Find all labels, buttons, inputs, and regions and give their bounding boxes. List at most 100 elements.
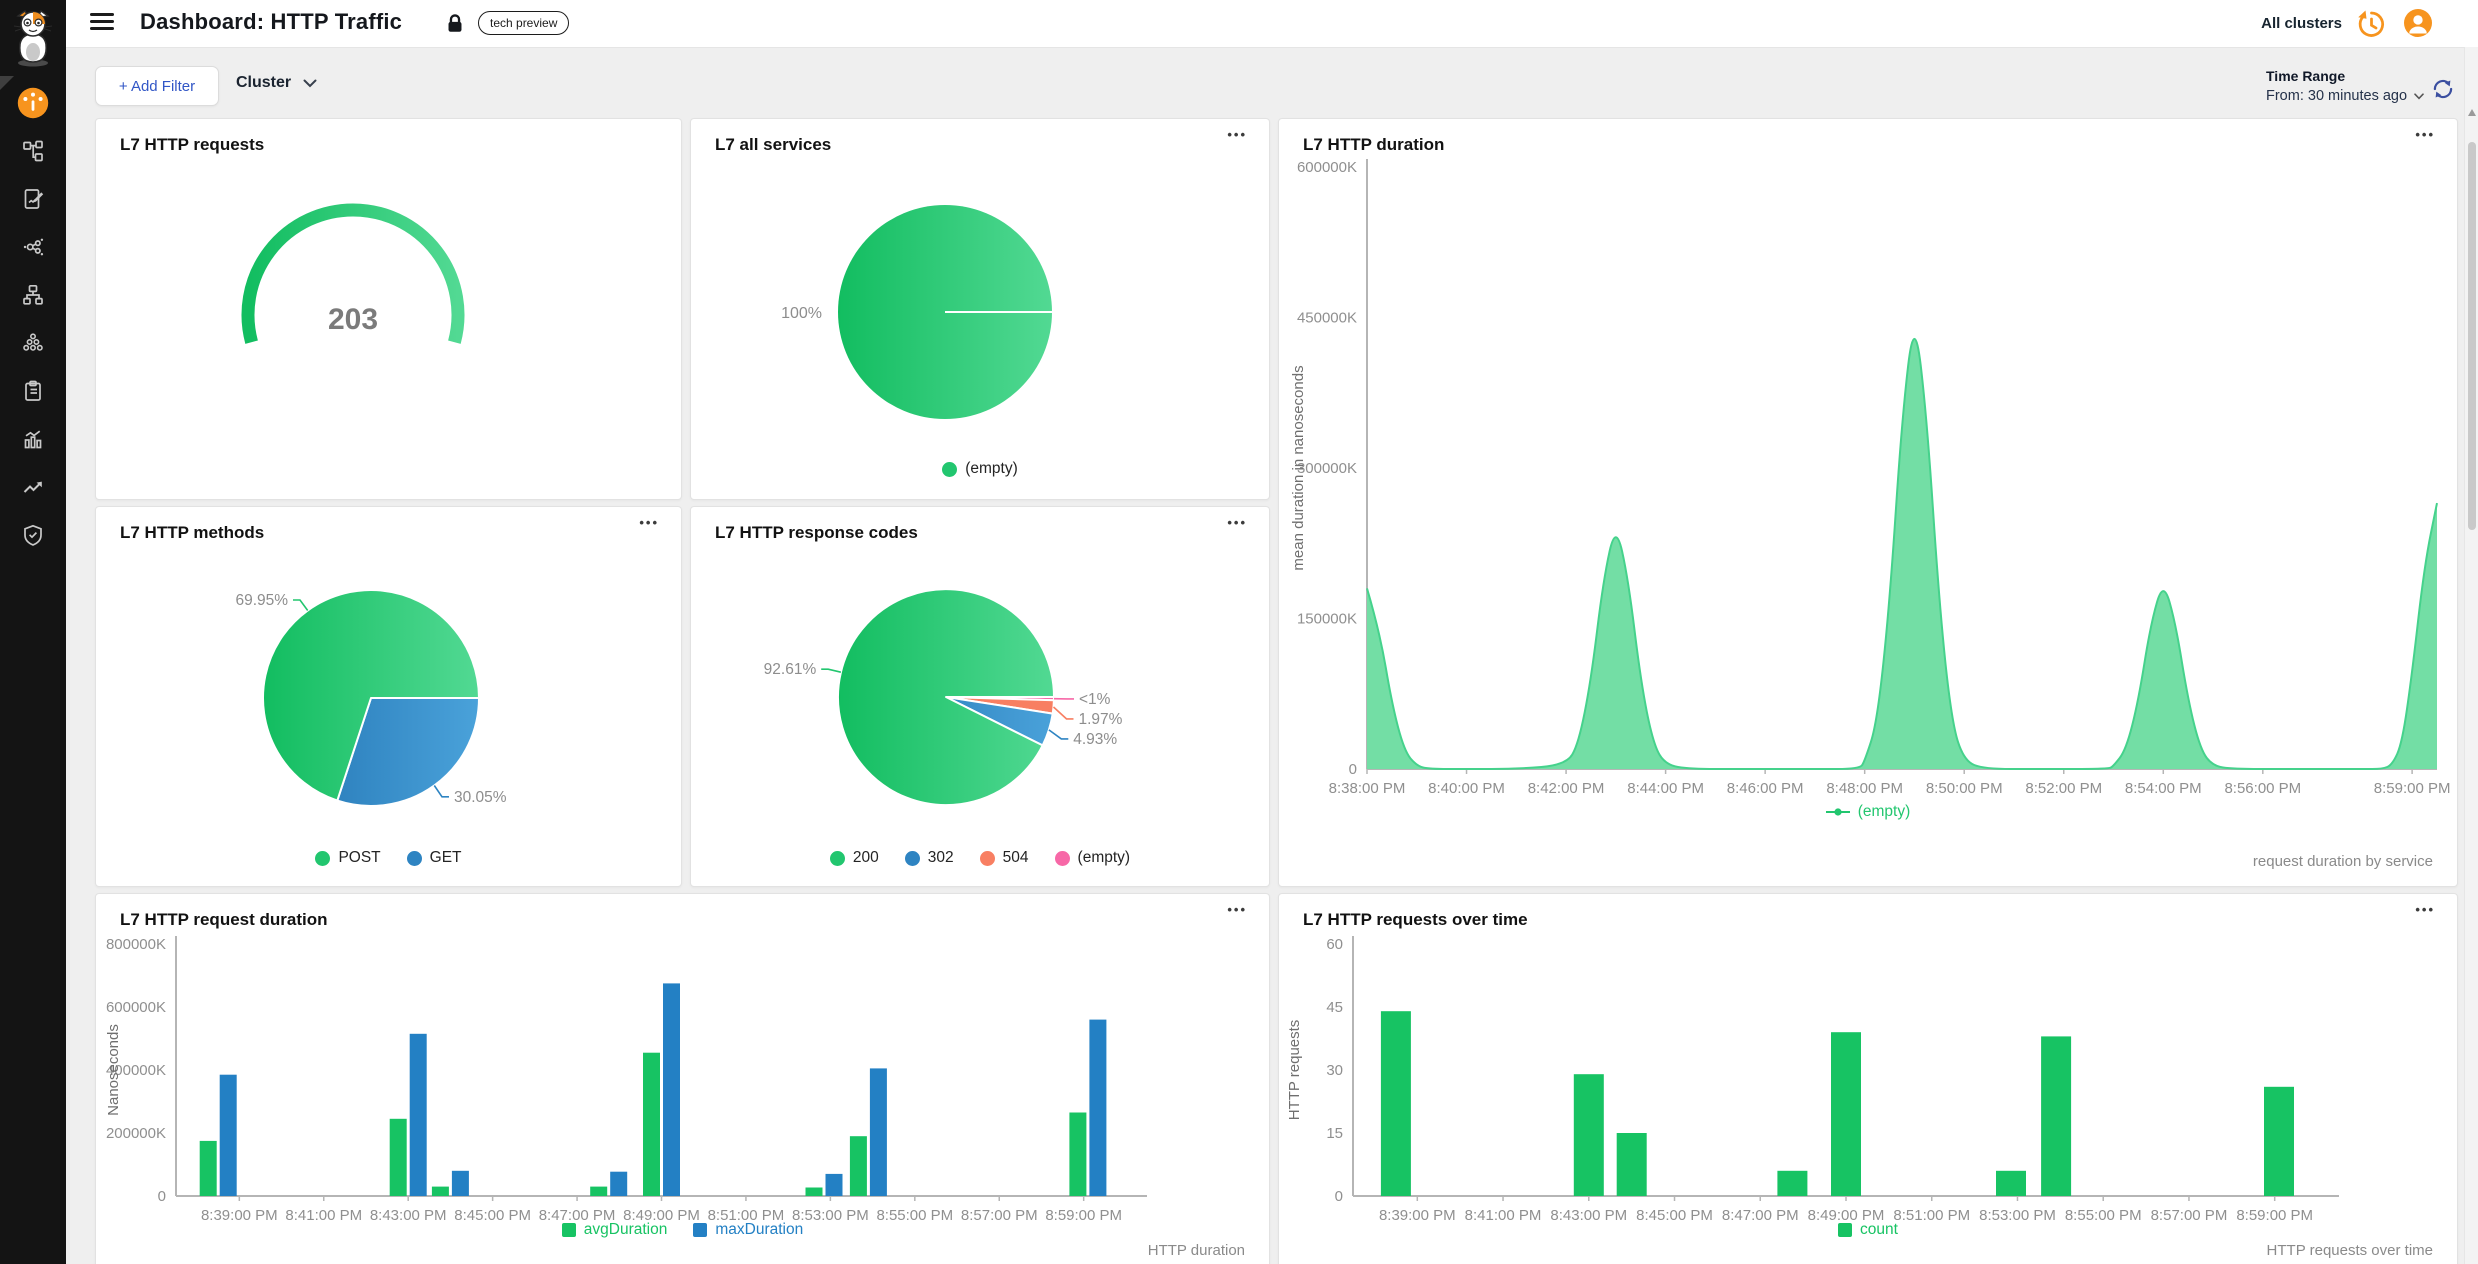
- panel-l7-http-requests-over-time: L7 HTTP requests over time ••• 015304560…: [1278, 893, 2458, 1264]
- scroll-up-arrow[interactable]: [2468, 109, 2476, 116]
- svg-text:<1%: <1%: [1079, 691, 1111, 708]
- svg-text:8:48:00 PM: 8:48:00 PM: [1826, 780, 1903, 797]
- sidebar-item-compliance[interactable]: [16, 376, 50, 405]
- panel-menu-button[interactable]: •••: [639, 515, 659, 530]
- chart-legend: (empty): [1279, 803, 2457, 821]
- pie-chart-http-methods: 30.05%69.95%: [96, 507, 681, 886]
- svg-text:8:50:00 PM: 8:50:00 PM: [1926, 780, 2003, 797]
- svg-text:8:59:00 PM: 8:59:00 PM: [2374, 780, 2451, 797]
- hamburger-menu-icon[interactable]: [90, 13, 114, 33]
- svg-text:HTTP requests: HTTP requests: [1286, 1020, 1303, 1121]
- sidebar-item-statistics[interactable]: [16, 424, 50, 453]
- svg-text:800000K: 800000K: [106, 936, 166, 953]
- legend-item[interactable]: 200: [830, 849, 879, 867]
- sidebar-item-service-graph[interactable]: [16, 136, 50, 165]
- legend-item[interactable]: 302: [905, 849, 954, 867]
- svg-text:92.61%: 92.61%: [764, 661, 817, 678]
- panel-menu-button[interactable]: •••: [1227, 127, 1247, 142]
- panel-menu-button[interactable]: •••: [2415, 902, 2435, 917]
- sidebar-item-connections[interactable]: [16, 232, 50, 261]
- svg-text:600000K: 600000K: [106, 999, 166, 1016]
- svg-text:8:44:00 PM: 8:44:00 PM: [1627, 780, 1704, 797]
- legend-item[interactable]: 504: [980, 849, 1029, 867]
- scrollbar-thumb[interactable]: [2468, 142, 2476, 530]
- user-avatar[interactable]: [2404, 9, 2432, 37]
- svg-text:Nanoseconds: Nanoseconds: [105, 1024, 122, 1116]
- calico-cat-logo[interactable]: [9, 10, 57, 68]
- refresh-icon[interactable]: [2430, 76, 2456, 102]
- sidebar-item-dashboard-active[interactable]: [16, 88, 50, 117]
- legend-marker: [315, 851, 330, 866]
- pie-chart-all-services: 100%: [691, 119, 1269, 499]
- legend-label: (empty): [965, 460, 1018, 478]
- sidebar-item-trending[interactable]: [16, 472, 50, 501]
- svg-text:200000K: 200000K: [106, 1125, 166, 1142]
- sidebar-item-flow-logs[interactable]: [16, 184, 50, 213]
- legend-marker: [407, 851, 422, 866]
- molecule-icon: [21, 235, 45, 259]
- legend-label: 200: [853, 849, 879, 867]
- cluster-filter-dropdown[interactable]: Cluster: [236, 74, 317, 92]
- sidebar-item-clusters[interactable]: [16, 328, 50, 357]
- document-edit-icon: [21, 187, 45, 211]
- legend-item[interactable]: (empty): [1055, 849, 1131, 867]
- legend-item[interactable]: GET: [407, 849, 462, 867]
- sidebar-nav: [0, 88, 66, 549]
- panel-title: L7 HTTP response codes: [715, 523, 918, 543]
- legend-item[interactable]: (empty): [942, 460, 1018, 478]
- cluster-scope-label: All clusters: [2261, 15, 2342, 32]
- cluster-filter-label: Cluster: [236, 74, 291, 92]
- legend-item[interactable]: maxDuration: [693, 1221, 803, 1239]
- panel-title: L7 all services: [715, 135, 831, 155]
- gauge-chart: 203: [96, 119, 681, 499]
- area-chart-http-duration: 0150000K300000K450000K600000K8:38:00 PM8…: [1279, 119, 2457, 886]
- svg-text:8:52:00 PM: 8:52:00 PM: [2025, 780, 2102, 797]
- sidebar: [0, 0, 66, 1264]
- panel-l7-all-services: L7 all services ••• 100% (empty): [690, 118, 1270, 500]
- app-root: Dashboard: HTTP Traffic tech preview All…: [0, 0, 2478, 1264]
- vertical-scrollbar[interactable]: [2464, 47, 2478, 1264]
- legend-label: (empty): [1858, 803, 1911, 821]
- chart-legend: POST GET: [96, 849, 681, 867]
- panel-menu-button[interactable]: •••: [1227, 515, 1247, 530]
- svg-text:600000K: 600000K: [1297, 159, 1357, 176]
- chart-legend: (empty): [691, 460, 1269, 478]
- svg-text:0: 0: [1349, 761, 1357, 778]
- svg-text:0: 0: [1335, 1188, 1343, 1205]
- panel-title: L7 HTTP methods: [120, 523, 264, 543]
- legend-label: maxDuration: [715, 1221, 803, 1239]
- legend-item[interactable]: avgDuration: [562, 1221, 668, 1239]
- network-tree-icon: [21, 283, 45, 307]
- panel-footer: request duration by service: [2253, 853, 2433, 870]
- bar-chart-requests-over-time: 0153045608:39:00 PM8:41:00 PM8:43:00 PM8…: [1279, 894, 2457, 1264]
- tech-preview-badge: tech preview: [478, 11, 569, 35]
- panel-l7-http-methods: L7 HTTP methods ••• 30.05%69.95% POST GET: [95, 506, 682, 887]
- legend-marker: [830, 851, 845, 866]
- svg-text:0: 0: [158, 1188, 166, 1205]
- panel-menu-button[interactable]: •••: [2415, 127, 2435, 142]
- panel-menu-button[interactable]: •••: [1227, 902, 1247, 917]
- panel-l7-http-response-codes: L7 HTTP response codes ••• <1%1.97%4.93%…: [690, 506, 1270, 887]
- svg-text:150000K: 150000K: [1297, 611, 1357, 628]
- panel-l7-http-request-duration: L7 HTTP request duration ••• 0200000K400…: [95, 893, 1270, 1264]
- legend-item[interactable]: (empty): [1826, 803, 1911, 821]
- svg-text:450000K: 450000K: [1297, 310, 1357, 327]
- time-range-control[interactable]: Time Range From: 30 minutes ago: [2266, 68, 2424, 104]
- panel-title: L7 HTTP requests over time: [1303, 910, 1528, 930]
- legend-label: 504: [1003, 849, 1029, 867]
- legend-item[interactable]: POST: [315, 849, 380, 867]
- bar-stats-icon: [21, 427, 45, 451]
- chevron-down-icon: [303, 79, 317, 88]
- sidebar-item-security[interactable]: [16, 520, 50, 549]
- add-filter-button[interactable]: + Add Filter: [95, 66, 219, 106]
- panel-title: L7 HTTP requests: [120, 135, 264, 155]
- svg-text:8:46:00 PM: 8:46:00 PM: [1727, 780, 1804, 797]
- time-range-label: Time Range: [2266, 68, 2424, 84]
- svg-text:8:40:00 PM: 8:40:00 PM: [1428, 780, 1505, 797]
- topology-icon: [21, 139, 45, 163]
- gauge-icon: [17, 87, 49, 119]
- sidebar-item-network-topology[interactable]: [16, 280, 50, 309]
- history-icon[interactable]: [2356, 9, 2386, 39]
- topbar: Dashboard: HTTP Traffic tech preview All…: [66, 0, 2478, 48]
- legend-item[interactable]: count: [1838, 1221, 1898, 1239]
